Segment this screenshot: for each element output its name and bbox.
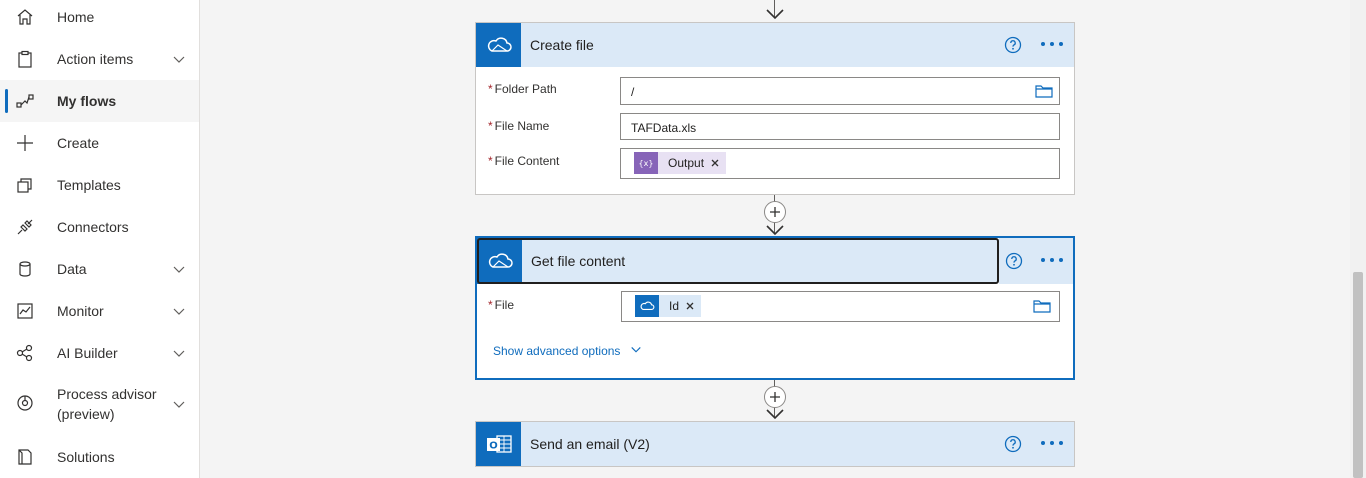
home-icon: [16, 8, 34, 26]
sidebar-item-label: Create: [57, 135, 100, 151]
ai-builder-icon: [16, 344, 34, 362]
onedrive-icon: [476, 23, 521, 67]
sidebar-item-label: My flows: [57, 93, 117, 109]
chevron-down-icon: [631, 347, 641, 353]
arrow-down-icon: [765, 224, 785, 236]
monitor-icon: [16, 302, 34, 320]
folder-path-input[interactable]: /: [620, 77, 1060, 105]
help-icon[interactable]: [1004, 435, 1022, 453]
vertical-scrollbar[interactable]: [1350, 0, 1366, 478]
flow-icon: [16, 92, 34, 110]
sidebar-item-data[interactable]: Data: [0, 248, 199, 290]
folder-path-label: * Folder Path: [488, 82, 557, 96]
plus-icon: [16, 134, 34, 152]
file-content-label: * File Content: [488, 154, 560, 168]
expression-icon: {x}: [634, 152, 658, 174]
process-advisor-icon: [16, 394, 34, 412]
action-card-get-file-content: Get file content * File Id Show advanced …: [475, 236, 1075, 380]
help-icon[interactable]: [1005, 252, 1023, 270]
scrollbar-thumb[interactable]: [1353, 272, 1363, 478]
action-card-header[interactable]: Create file: [476, 23, 1074, 67]
help-icon[interactable]: [1004, 36, 1022, 54]
more-options-icon[interactable]: [1041, 441, 1063, 447]
connector-icon: [16, 218, 34, 236]
more-options-icon[interactable]: [1041, 42, 1063, 48]
templates-icon: [16, 176, 34, 194]
action-title: Get file content: [531, 253, 626, 269]
clipboard-icon: [16, 50, 34, 68]
insert-step-button[interactable]: [764, 201, 786, 223]
action-title: Create file: [530, 37, 594, 53]
sidebar-item-label: Solutions: [57, 449, 115, 465]
file-input[interactable]: Id: [621, 291, 1060, 322]
sidebar-item-label-secondary: (preview): [57, 406, 115, 422]
insert-step-button[interactable]: [764, 386, 786, 408]
sidebar-item-home[interactable]: Home: [0, 0, 199, 38]
folder-icon[interactable]: [1035, 84, 1053, 98]
file-name-input[interactable]: TAFData.xls: [620, 113, 1060, 140]
sidebar-item-templates[interactable]: Templates: [0, 164, 199, 206]
chevron-down-icon[interactable]: [172, 304, 186, 318]
file-name-label: * File Name: [488, 119, 550, 133]
chevron-down-icon[interactable]: [172, 262, 186, 276]
show-advanced-options-link[interactable]: Show advanced options: [493, 343, 642, 359]
sidebar-item-create[interactable]: Create: [0, 122, 199, 164]
chevron-down-icon[interactable]: [172, 397, 186, 411]
action-card-create-file: Create file * Folder Path / * File Name TA…: [475, 22, 1075, 195]
token-label: Id: [669, 299, 680, 313]
left-navigation: Home Action items My flows Create Templa…: [0, 0, 200, 478]
action-title: Send an email (V2): [530, 436, 650, 452]
sidebar-item-label: Process advisor: [57, 386, 157, 402]
sidebar-item-label: Home: [57, 9, 95, 25]
sidebar-item-label: Action items: [57, 51, 134, 67]
file-label: * File: [488, 298, 515, 312]
arrow-down-icon: [765, 8, 785, 20]
action-card-header[interactable]: Get file content: [477, 238, 999, 284]
sidebar-item-label: Monitor: [57, 303, 104, 319]
file-name-value: TAFData.xls: [631, 121, 697, 135]
sidebar-item-monitor[interactable]: Monitor: [0, 290, 199, 332]
database-icon: [16, 260, 34, 278]
sidebar-item-label: Connectors: [57, 219, 129, 235]
arrow-down-icon: [765, 408, 785, 420]
folder-icon[interactable]: [1033, 299, 1051, 313]
sidebar-item-solutions[interactable]: Solutions: [0, 436, 199, 478]
chevron-down-icon[interactable]: [172, 52, 186, 66]
action-card-send-email: O Send an email (V2): [475, 421, 1075, 467]
selection-indicator: [5, 89, 8, 113]
svg-text:{x}: {x}: [639, 159, 653, 168]
folder-path-value: /: [631, 85, 635, 99]
solutions-icon: [16, 448, 34, 466]
outlook-icon: O: [476, 422, 521, 466]
action-card-header-actions: [999, 238, 1073, 284]
sidebar-item-label: AI Builder: [57, 345, 118, 361]
token-label: Output: [668, 156, 705, 170]
more-options-icon[interactable]: [1041, 258, 1063, 264]
dynamic-content-token[interactable]: {x} Output: [634, 152, 727, 174]
sidebar-item-connectors[interactable]: Connectors: [0, 206, 199, 248]
sidebar-item-my-flows[interactable]: My flows: [0, 80, 199, 122]
remove-token-icon[interactable]: [710, 158, 720, 168]
remove-token-icon[interactable]: [685, 301, 695, 311]
sidebar-item-action-items[interactable]: Action items: [0, 38, 199, 80]
sidebar-item-process-advisor[interactable]: Process advisor (preview): [0, 382, 199, 424]
onedrive-icon: [477, 238, 522, 284]
onedrive-icon: [635, 295, 659, 317]
svg-text:O: O: [489, 441, 498, 452]
file-content-input[interactable]: {x} Output: [620, 148, 1060, 179]
sidebar-item-ai-builder[interactable]: AI Builder: [0, 332, 199, 374]
action-card-header[interactable]: O Send an email (V2): [476, 422, 1074, 466]
dynamic-content-token[interactable]: Id: [635, 295, 702, 317]
sidebar-item-label: Data: [57, 261, 87, 277]
sidebar-item-label: Templates: [57, 177, 121, 193]
chevron-down-icon[interactable]: [172, 346, 186, 360]
